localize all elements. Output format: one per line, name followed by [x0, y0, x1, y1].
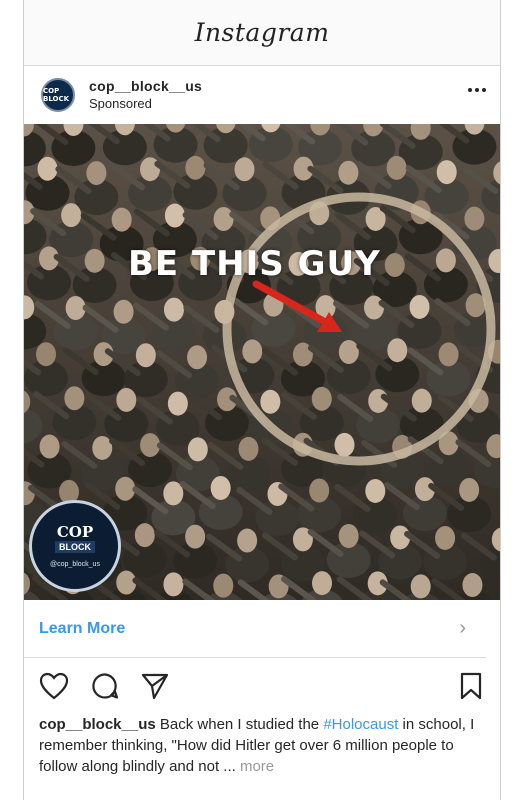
post-image[interactable]: BE THIS GUY COP BLOCK @cop_block_us — [24, 124, 500, 600]
comment-icon[interactable] — [91, 672, 119, 700]
more-options-icon[interactable] — [468, 88, 486, 92]
learn-more-button[interactable]: Learn More — [39, 620, 125, 638]
avatar[interactable]: COP BLOCK — [41, 78, 75, 112]
post-header: COP BLOCK cop__block__us Sponsored — [24, 66, 500, 124]
instagram-frame: Instagram COP BLOCK cop__block__us Spons… — [23, 0, 501, 800]
action-bar — [24, 658, 500, 714]
hashtag-link[interactable]: #Holocaust — [323, 716, 398, 733]
cta-row[interactable]: Learn More › — [24, 600, 486, 658]
bookmark-icon[interactable] — [460, 672, 482, 705]
instagram-logo[interactable]: Instagram — [195, 18, 330, 47]
badge-title: COP — [56, 522, 94, 541]
post-author: cop__block__us Sponsored — [89, 77, 202, 113]
post-caption: cop__block__us Back when I studied the #… — [24, 714, 500, 777]
username-link[interactable]: cop__block__us — [89, 77, 202, 95]
caption-text-1: Back when I studied the — [155, 716, 324, 733]
top-bar: Instagram — [24, 0, 500, 66]
caption-more-link[interactable]: more — [240, 758, 274, 775]
overlay-headline: BE THIS GUY — [128, 244, 381, 284]
cop-block-badge: COP BLOCK @cop_block_us — [29, 500, 121, 592]
badge-handle: @cop_block_us — [50, 560, 100, 568]
badge-sub: BLOCK — [55, 540, 95, 553]
caption-username[interactable]: cop__block__us — [39, 716, 156, 733]
chevron-right-icon[interactable]: › — [459, 617, 466, 640]
sponsored-label: Sponsored — [89, 96, 152, 111]
share-icon[interactable] — [141, 672, 169, 700]
heart-icon[interactable] — [39, 672, 69, 700]
